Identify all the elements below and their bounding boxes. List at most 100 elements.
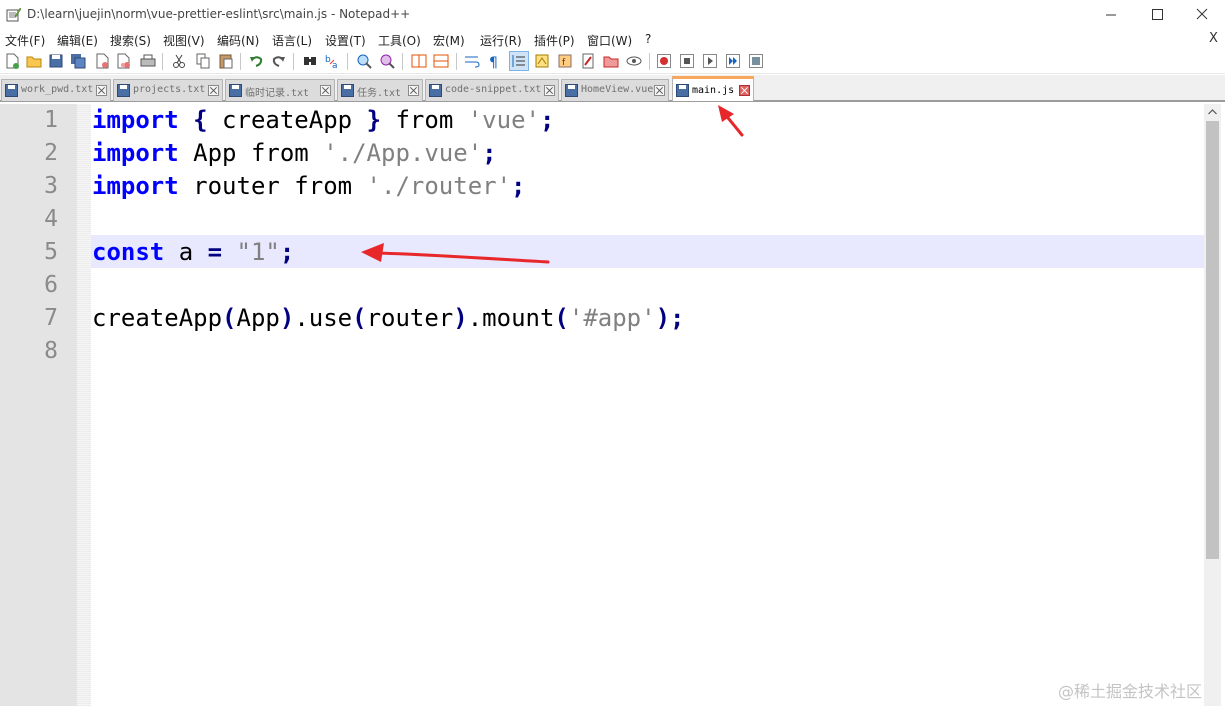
menu-file[interactable]: 文件(F) <box>5 32 45 49</box>
code-token: ) <box>279 304 295 332</box>
code-token: .use <box>294 304 353 332</box>
code-token: a <box>164 238 208 266</box>
menu-search[interactable]: 搜索(S) <box>110 32 151 49</box>
save-macro-icon[interactable] <box>747 52 765 70</box>
code-line[interactable]: createApp(App).use(router).mount('#app')… <box>92 302 684 335</box>
tab-temp-notes[interactable]: 临时记录.txt <box>225 79 335 101</box>
close-document-button[interactable]: X <box>1209 31 1218 46</box>
tab-close-icon[interactable] <box>654 85 665 96</box>
code-token: "1" <box>236 238 280 266</box>
menu-help[interactable]: ? <box>645 32 651 46</box>
close-all-icon[interactable] <box>115 52 133 70</box>
run-macro-multiple-icon[interactable] <box>724 52 742 70</box>
cut-icon[interactable] <box>170 52 188 70</box>
stop-record-icon[interactable] <box>678 52 696 70</box>
code-line[interactable]: import { createApp } from 'vue'; <box>92 104 554 137</box>
code-line[interactable]: import App from './App.vue'; <box>92 137 497 170</box>
menu-encoding[interactable]: 编码(N) <box>217 32 259 49</box>
menu-view[interactable]: 视图(V) <box>163 32 205 49</box>
folder-workspace-icon[interactable] <box>602 52 620 70</box>
code-token: ) <box>453 304 468 332</box>
code-line[interactable]: import router from './router'; <box>92 170 526 203</box>
copy-icon[interactable] <box>194 52 212 70</box>
undo-icon[interactable] <box>247 52 265 70</box>
monitoring-icon[interactable] <box>625 52 643 70</box>
menu-language[interactable]: 语言(L) <box>272 32 312 49</box>
print-icon[interactable] <box>139 52 157 70</box>
tab-homeview[interactable]: HomeView.vue <box>561 79 669 101</box>
play-macro-icon[interactable] <box>701 52 719 70</box>
code-token: createApp <box>92 304 223 332</box>
tab-close-icon[interactable] <box>408 85 419 96</box>
tab-close-icon[interactable] <box>544 85 555 96</box>
maximize-button[interactable] <box>1134 0 1180 30</box>
new-file-icon[interactable] <box>3 52 21 70</box>
tab-tasks[interactable]: 任务.txt <box>337 79 423 101</box>
redo-icon[interactable] <box>270 52 288 70</box>
record-macro-icon[interactable] <box>655 52 673 70</box>
svg-text:¶: ¶ <box>489 55 498 70</box>
replace-icon[interactable]: ba <box>324 52 342 70</box>
watermark: @稀土掘金技术社区 <box>1058 682 1203 701</box>
code-line[interactable]: const a = "1"; <box>92 236 294 269</box>
toolbar-separator <box>293 53 294 70</box>
zoom-in-icon[interactable] <box>355 52 373 70</box>
saved-file-icon <box>229 84 242 97</box>
save-icon[interactable] <box>47 52 65 70</box>
word-wrap-icon[interactable] <box>463 52 481 70</box>
udl-icon[interactable] <box>533 52 551 70</box>
code-token: ; <box>482 139 497 167</box>
scrollbar-thumb[interactable] <box>1206 121 1219 559</box>
save-all-icon[interactable] <box>69 52 87 70</box>
doc-map-icon[interactable] <box>579 52 597 70</box>
saved-file-icon <box>565 84 578 97</box>
close-icon[interactable] <box>93 52 111 70</box>
toolbar-separator <box>456 53 457 70</box>
code-token: 'vue' <box>467 106 540 134</box>
menu-run[interactable]: 运行(R) <box>480 32 522 49</box>
fold-margin[interactable] <box>77 104 91 706</box>
svg-text:a: a <box>332 61 338 70</box>
paste-icon[interactable] <box>217 52 235 70</box>
tab-close-icon[interactable] <box>320 85 331 96</box>
find-icon[interactable] <box>301 52 319 70</box>
saved-file-icon <box>429 84 442 97</box>
code-token: } <box>366 106 382 134</box>
tab-label: main.js <box>692 85 735 96</box>
tab-close-icon[interactable] <box>208 85 219 96</box>
line-number: 6 <box>44 272 58 298</box>
vertical-scrollbar[interactable] <box>1204 104 1221 706</box>
tab-close-icon[interactable] <box>96 85 107 96</box>
tab-work-pwd[interactable]: work_pwd.txt <box>1 79 111 101</box>
function-list-icon[interactable]: f <box>556 52 574 70</box>
sync-vertical-icon[interactable] <box>410 52 428 70</box>
show-all-chars-icon[interactable]: ¶ <box>485 52 503 70</box>
tab-projects[interactable]: projects.txt <box>113 79 223 101</box>
open-file-icon[interactable] <box>25 52 43 70</box>
indent-guide-icon[interactable] <box>509 51 529 71</box>
scroll-up-arrow-icon[interactable] <box>1204 104 1221 120</box>
line-number: 4 <box>44 206 58 232</box>
code-token: { <box>178 106 208 134</box>
title-bar: D:\learn\juejin\norm\vue-prettier-eslint… <box>0 0 1225 30</box>
menu-tools[interactable]: 工具(O) <box>378 32 421 49</box>
tab-code-snippet[interactable]: code-snippet.txt <box>425 79 559 101</box>
minimize-button[interactable] <box>1088 0 1134 30</box>
close-window-button[interactable] <box>1180 0 1225 30</box>
zoom-out-icon[interactable] <box>378 52 396 70</box>
menu-settings[interactable]: 设置(T) <box>325 32 366 49</box>
menu-bar: 文件(F) 编辑(E) 搜索(S) 视图(V) 编码(N) 语言(L) 设置(T… <box>0 30 1225 49</box>
tab-close-icon[interactable] <box>739 85 750 96</box>
tab-main-js[interactable]: main.js <box>672 76 754 101</box>
line-number: 8 <box>44 338 58 364</box>
code-token: import <box>92 139 179 167</box>
menu-macro[interactable]: 宏(M) <box>433 32 465 49</box>
toolbar-separator <box>162 53 163 70</box>
tab-label: HomeView.vue <box>581 84 654 95</box>
menu-window[interactable]: 窗口(W) <box>587 32 632 49</box>
sync-horizontal-icon[interactable] <box>432 52 450 70</box>
menu-plugins[interactable]: 插件(P) <box>534 32 575 49</box>
saved-file-icon <box>5 84 18 97</box>
menu-edit[interactable]: 编辑(E) <box>57 32 98 49</box>
code-editor[interactable]: 1 2 3 4 5 6 7 8 import { createApp } fro… <box>0 104 1225 706</box>
